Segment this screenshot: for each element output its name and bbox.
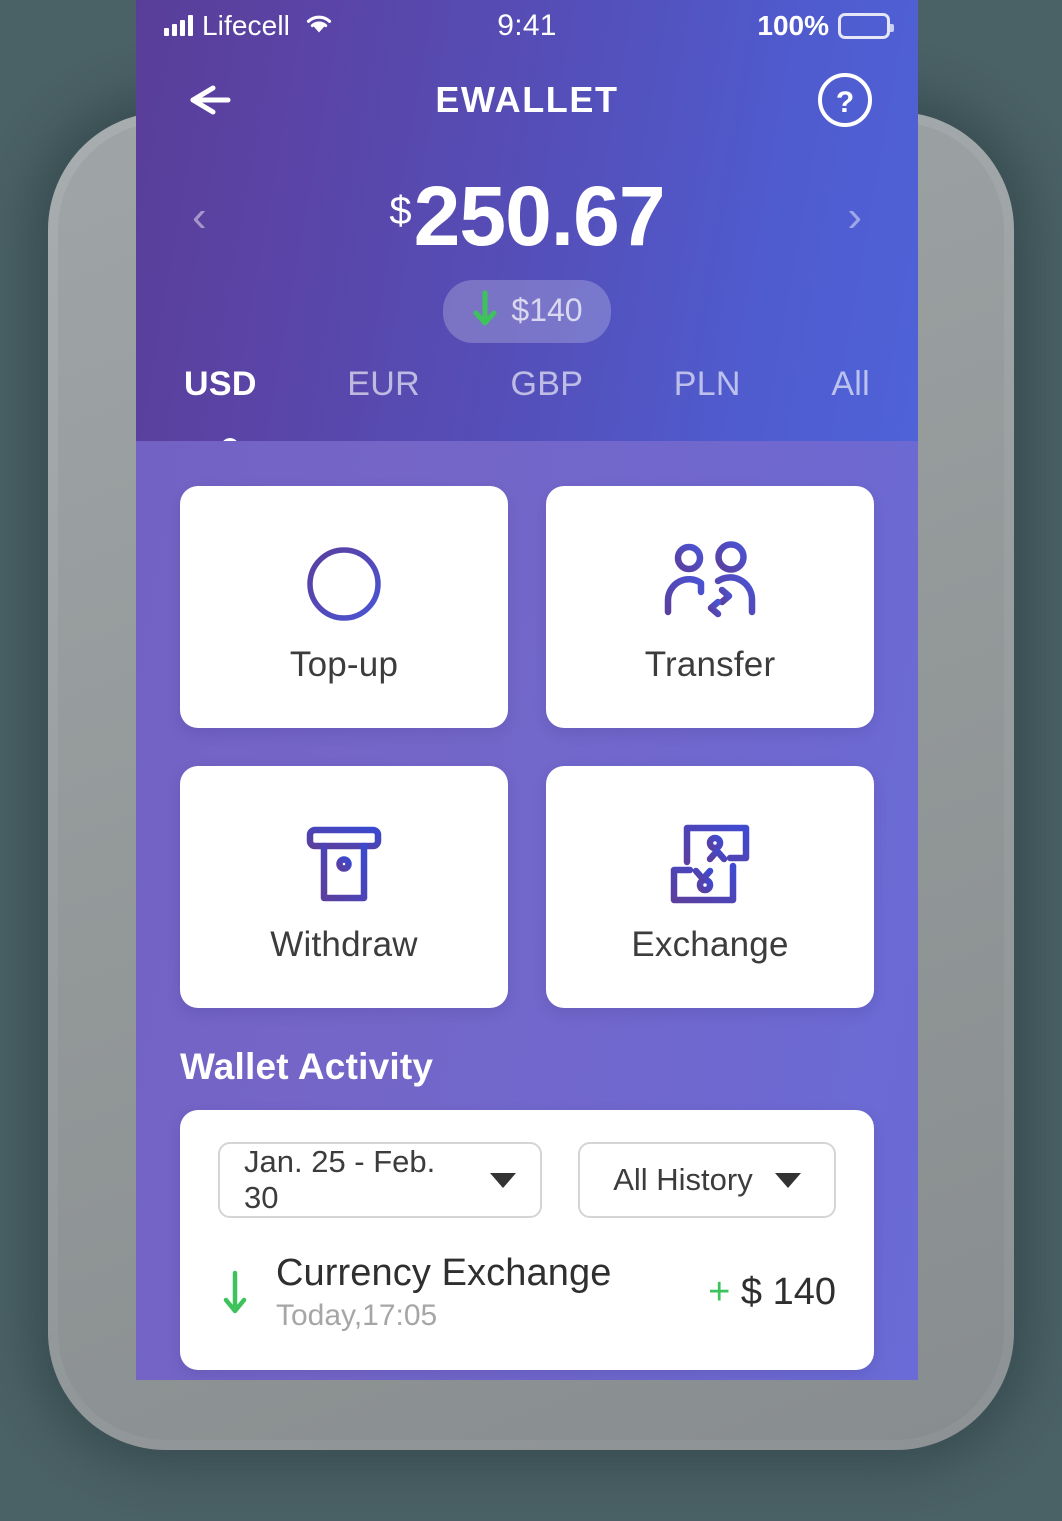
transaction-info: Currency Exchange Today,17:05: [276, 1252, 708, 1333]
balance-amount: $ 250.67: [389, 169, 666, 264]
status-bar: Lifecell 9:41 100%: [136, 0, 918, 52]
prev-currency-button[interactable]: ‹: [192, 195, 207, 239]
transaction-time: Today,17:05: [276, 1298, 438, 1332]
wallet-activity-card: Jan. 25 - Feb. 30 All History Currency E…: [180, 1110, 874, 1370]
transaction-value: $ 140: [740, 1270, 836, 1313]
date-range-select[interactable]: Jan. 25 - Feb. 30: [218, 1142, 542, 1218]
tab-usd[interactable]: USD: [184, 365, 257, 404]
transaction-amount: + $ 140: [708, 1271, 836, 1314]
action-card-top-up[interactable]: Top-up: [180, 486, 508, 728]
tab-pln[interactable]: PLN: [674, 365, 741, 404]
action-card-transfer[interactable]: Transfer: [546, 486, 874, 728]
history-type-select[interactable]: All History: [577, 1142, 836, 1218]
wallet-activity-heading: Wallet Activity: [180, 1046, 434, 1087]
balance-currency-symbol: $: [389, 189, 412, 234]
transaction-sign: +: [708, 1270, 731, 1313]
date-range-label: Jan. 25 - Feb. 30: [244, 1144, 436, 1215]
action-label-transfer: Transfer: [644, 645, 776, 684]
action-label-top-up: Top-up: [289, 645, 399, 684]
caret-down-icon: [489, 1172, 516, 1188]
signal-strength-icon: [164, 15, 193, 36]
balance-value: 250.67: [413, 169, 666, 264]
quick-actions-grid: Top-up Transfer Withdraw Exchange: [180, 486, 874, 1008]
page-title: EWALLET: [435, 79, 619, 120]
arrow-down-icon: [471, 289, 499, 332]
nav-bar: EWALLET ?: [136, 52, 918, 148]
currency-tabs: USD EUR GBP PLN All: [136, 343, 918, 461]
status-bar-left: Lifecell: [164, 10, 497, 42]
next-currency-button[interactable]: ›: [847, 195, 862, 239]
header-block: Lifecell 9:41 100% EWALLET ? ‹ $ 250.67 …: [136, 0, 918, 461]
wifi-icon: [303, 12, 335, 41]
content-area: Top-up Transfer Withdraw Exchange Wallet…: [136, 441, 918, 1380]
clock-label: 9:41: [497, 9, 557, 42]
people-transfer-icon: [656, 529, 764, 639]
transaction-title: Currency Exchange: [276, 1252, 612, 1294]
action-card-withdraw[interactable]: Withdraw: [180, 766, 508, 1008]
balance-row: ‹ $ 250.67 ›: [136, 148, 918, 264]
transaction-row[interactable]: Currency Exchange Today,17:05 + $ 140: [218, 1218, 836, 1343]
action-label-exchange: Exchange: [631, 925, 789, 964]
carrier-label: Lifecell: [202, 10, 290, 41]
history-type-label: All History: [613, 1162, 753, 1197]
action-label-withdraw: Withdraw: [270, 925, 418, 964]
balance-delta-value: $140: [511, 292, 583, 328]
tab-gbp[interactable]: GBP: [510, 365, 583, 404]
activity-filters: Jan. 25 - Feb. 30 All History: [218, 1142, 836, 1218]
battery-icon: [838, 13, 894, 39]
battery-percent-label: 100%: [757, 10, 829, 41]
atm-slot-icon: [294, 809, 394, 919]
status-bar-right: 100%: [557, 10, 894, 42]
tab-all[interactable]: All: [831, 365, 870, 404]
caret-down-icon: [774, 1172, 801, 1188]
tab-eur[interactable]: EUR: [347, 365, 420, 404]
balance-delta-badge: $140: [443, 280, 611, 343]
phone-screen: Lifecell 9:41 100% EWALLET ? ‹ $ 250.67 …: [136, 0, 918, 1380]
action-card-exchange[interactable]: Exchange: [546, 766, 874, 1008]
currency-exchange-icon: [658, 809, 762, 919]
arrow-down-icon: [218, 1267, 276, 1317]
plus-circle-icon: [294, 529, 394, 639]
